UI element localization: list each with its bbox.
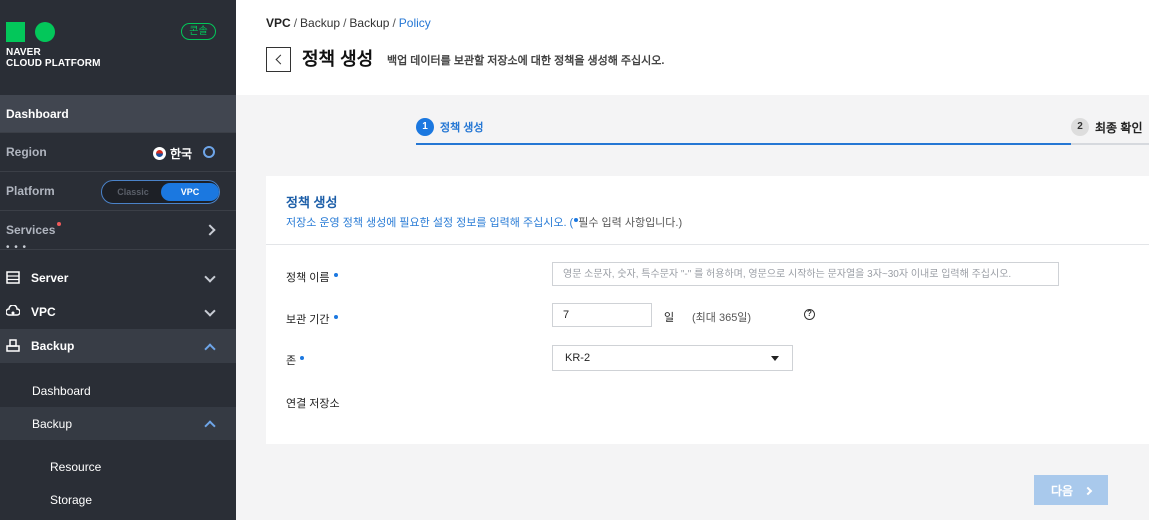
brand-text: NAVER CLOUD PLATFORM <box>6 47 101 69</box>
server-icon <box>6 271 20 284</box>
platform-option-vpc[interactable]: VPC <box>161 183 219 201</box>
step-number: 2 <box>1071 118 1089 136</box>
step-progress-inactive <box>1071 143 1149 145</box>
policy-name-input[interactable] <box>552 262 1059 286</box>
field-label-text: 존 <box>286 355 297 367</box>
region-label: Region <box>6 145 47 159</box>
sidebar-item-backup[interactable]: Backup <box>0 329 236 363</box>
chevron-right-icon <box>1083 486 1093 495</box>
main-content: VPC / Backup / Backup / Policy 정책 생성 백업 데이터를 보… <box>236 0 1149 520</box>
chevron-up-icon <box>204 420 216 432</box>
platform-row: Platform Classic VPC <box>0 172 236 211</box>
zone-select[interactable]: KR-2 <box>552 345 793 371</box>
sidebar-item-services[interactable]: Services <box>0 211 236 250</box>
breadcrumb: VPC / Backup / Backup / Policy <box>266 16 431 30</box>
sidebar-subitem-dashboard[interactable]: Dashboard <box>0 374 236 407</box>
sidebar-item-label: Server <box>31 271 69 285</box>
platform-label: Platform <box>6 184 55 198</box>
sidebar-subitem-storage[interactable]: Storage <box>0 483 236 516</box>
region-value: 한국 <box>170 147 193 161</box>
brand-line1: NAVER <box>6 47 41 58</box>
policy-form-card: 정책 생성 저장소 운영 정책 생성에 필요한 설정 정보를 입력해 주십시오.… <box>266 176 1149 444</box>
page-description: 백업 데이터를 보관할 저장소에 대한 정책을 생성해 주십시오. <box>387 55 665 67</box>
required-dot <box>333 315 338 319</box>
gear-icon[interactable] <box>203 146 215 158</box>
breadcrumb-separator: / <box>293 16 298 30</box>
sidebar-subitem-label: Backup <box>32 416 73 431</box>
required-dot <box>333 273 338 277</box>
sidebar-item-vpc[interactable]: VPC <box>0 295 236 329</box>
breadcrumb-separator: / <box>343 16 347 30</box>
backup-icon <box>6 339 20 352</box>
page-header: VPC / Backup / Backup / Policy 정책 생성 백업 데이터를 보… <box>236 0 1149 95</box>
breadcrumb-item-policy: Policy <box>398 16 431 30</box>
zone-selected-value: KR-2 <box>565 352 591 364</box>
breadcrumb-separator: / <box>392 16 396 30</box>
next-button[interactable]: 다음 <box>1034 475 1108 505</box>
period-unit: 일 <box>664 312 675 324</box>
policy-name-label: 정책 이름 <box>286 269 338 285</box>
form-description-text: 저장소 운영 정책 생성에 필요한 설정 정보를 입력해 주십시오. ( <box>286 217 574 229</box>
sidebar-subitem-label: Resource <box>50 459 102 474</box>
brand-line2: CLOUD PLATFORM <box>6 58 101 69</box>
platform-option-classic[interactable]: Classic <box>104 183 162 201</box>
sidebar-subitem-label: Storage <box>50 492 93 507</box>
field-label-text: 보관 기간 <box>286 314 330 326</box>
breadcrumb-item-backup-sub[interactable]: Backup <box>349 16 389 30</box>
form-title: 정책 생성 <box>286 195 338 210</box>
sidebar-item-label: Backup <box>31 339 75 353</box>
sidebar: NAVER CLOUD PLATFORM 콘솔 Dashboard Region… <box>0 0 236 520</box>
chevron-up-icon <box>204 343 216 355</box>
step-2: 2 최종 확인 <box>1071 118 1143 136</box>
sidebar-subitem-label: Dashboard <box>32 383 91 398</box>
vpc-cloud-icon <box>6 305 20 316</box>
step-indicator: 1 정책 생성 2 최종 확인 <box>416 112 1149 146</box>
help-icon[interactable]: ? <box>804 309 815 320</box>
breadcrumb-item-vpc[interactable]: VPC <box>266 16 291 30</box>
sidebar-subitem-resource[interactable]: Resource <box>0 450 236 483</box>
period-hint: (최대 365일) <box>692 312 752 324</box>
chevron-down-icon <box>204 271 216 283</box>
next-button-label: 다음 <box>1050 483 1074 498</box>
step-1: 1 정책 생성 <box>416 118 484 136</box>
console-button[interactable]: 콘솔 <box>181 23 216 40</box>
back-button[interactable] <box>266 47 291 72</box>
caret-down-icon <box>771 356 779 361</box>
required-note: 필수 입력 사항입니다.) <box>578 217 683 229</box>
breadcrumb-item-backup[interactable]: Backup <box>300 16 340 30</box>
retention-period-input[interactable] <box>552 303 652 327</box>
step-progress-active <box>416 143 1071 145</box>
linked-storage-label: 연결 저장소 <box>286 398 340 410</box>
sidebar-item-dashboard[interactable]: Dashboard <box>0 95 236 133</box>
page-title: 정책 생성 <box>302 49 374 69</box>
step-number: 1 <box>416 118 434 136</box>
region-row: Region 한국 <box>0 133 236 172</box>
field-label-text: 정책 이름 <box>286 272 330 284</box>
required-dot <box>300 356 305 360</box>
step-label: 정책 생성 <box>440 122 484 134</box>
chevron-right-icon <box>204 224 216 236</box>
step-label: 최종 확인 <box>1095 120 1143 135</box>
retention-period-label: 보관 기간 <box>286 311 338 327</box>
logo-area: NAVER CLOUD PLATFORM 콘솔 <box>0 0 236 95</box>
sidebar-item-label: VPC <box>31 305 56 319</box>
sidebar-item-label: Dashboard <box>6 106 69 121</box>
form-description: 저장소 운영 정책 생성에 필요한 설정 정보를 입력해 주십시오. ( 필수 입… <box>286 214 682 230</box>
sidebar-subitem-backup[interactable]: Backup <box>0 407 236 440</box>
platform-toggle[interactable]: Classic VPC <box>101 180 220 204</box>
region-selector[interactable]: 한국 <box>153 145 192 162</box>
services-label: Services <box>6 223 56 237</box>
zone-label: 존 <box>286 352 305 368</box>
naver-logo-icon[interactable] <box>6 22 55 42</box>
divider <box>266 244 1149 245</box>
chevron-down-icon <box>204 305 216 317</box>
more-dots: • • • <box>6 242 28 253</box>
sidebar-item-server[interactable]: Server <box>0 261 236 295</box>
korea-flag-icon <box>153 147 166 160</box>
new-indicator-dot <box>57 222 62 226</box>
